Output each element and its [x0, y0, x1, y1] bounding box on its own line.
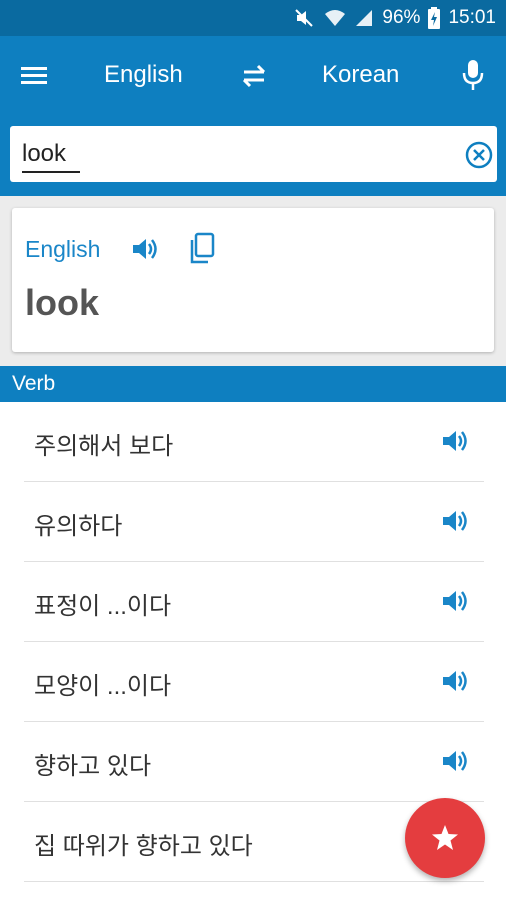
- signal-icon: [354, 8, 374, 28]
- result-language: English: [25, 236, 101, 262]
- translation-text: 주의해서 보다: [34, 433, 174, 460]
- translation-text: 유의하다: [34, 513, 123, 540]
- translation-item[interactable]: 모양이 ...이다: [0, 642, 506, 722]
- status-time: 15:01: [448, 7, 496, 28]
- speaker-icon[interactable]: [440, 426, 470, 456]
- wifi-icon: [324, 8, 346, 28]
- source-language-button[interactable]: English: [104, 60, 183, 90]
- speaker-icon[interactable]: [440, 586, 470, 616]
- clear-icon: [465, 141, 493, 169]
- translation-text: 모양이 ...이다: [34, 673, 172, 700]
- menu-button[interactable]: [18, 62, 50, 90]
- app-bar: English Korean: [0, 36, 506, 114]
- battery-percent: 96%: [382, 7, 421, 28]
- result-word: look: [25, 282, 100, 323]
- battery-charging-icon: [428, 7, 441, 29]
- translation-item[interactable]: 유의하다: [0, 482, 506, 562]
- speaker-icon[interactable]: [440, 746, 470, 776]
- result-card: English look: [12, 208, 494, 352]
- translation-text: 집 따위가 향하고 있다: [34, 833, 253, 860]
- translation-item[interactable]: 주의해서 보다: [0, 402, 506, 482]
- menu-icon: [21, 67, 47, 84]
- swap-icon: [242, 64, 266, 88]
- copy-icon: [190, 232, 215, 264]
- mic-icon: [462, 60, 484, 90]
- search-area: [0, 114, 506, 196]
- part-of-speech-header: Verb: [0, 366, 506, 402]
- voice-input-button[interactable]: [460, 58, 486, 92]
- speaker-icon: [133, 239, 157, 259]
- status-icons: 96% 15:01: [294, 0, 496, 36]
- speaker-icon[interactable]: [440, 666, 470, 696]
- status-bar: 96% 15:01: [0, 0, 506, 36]
- translation-item[interactable]: 표정이 ...이다: [0, 562, 506, 642]
- star-icon: [432, 825, 458, 850]
- speaker-icon[interactable]: [440, 506, 470, 536]
- target-language-button[interactable]: Korean: [322, 60, 399, 90]
- swap-languages-button[interactable]: [238, 62, 270, 90]
- pronounce-word-button[interactable]: [130, 234, 160, 264]
- translation-text: 향하고 있다: [34, 753, 152, 780]
- translation-item[interactable]: 향하고 있다: [0, 722, 506, 802]
- list-divider: [24, 881, 484, 882]
- clear-search-button[interactable]: [464, 140, 494, 170]
- mute-icon: [294, 8, 316, 28]
- search-input[interactable]: [22, 136, 442, 172]
- copy-button[interactable]: [187, 232, 217, 266]
- search-box: [10, 126, 497, 182]
- search-text-underline: [22, 171, 80, 173]
- translation-text: 표정이 ...이다: [34, 593, 172, 620]
- favorite-button[interactable]: [405, 798, 485, 878]
